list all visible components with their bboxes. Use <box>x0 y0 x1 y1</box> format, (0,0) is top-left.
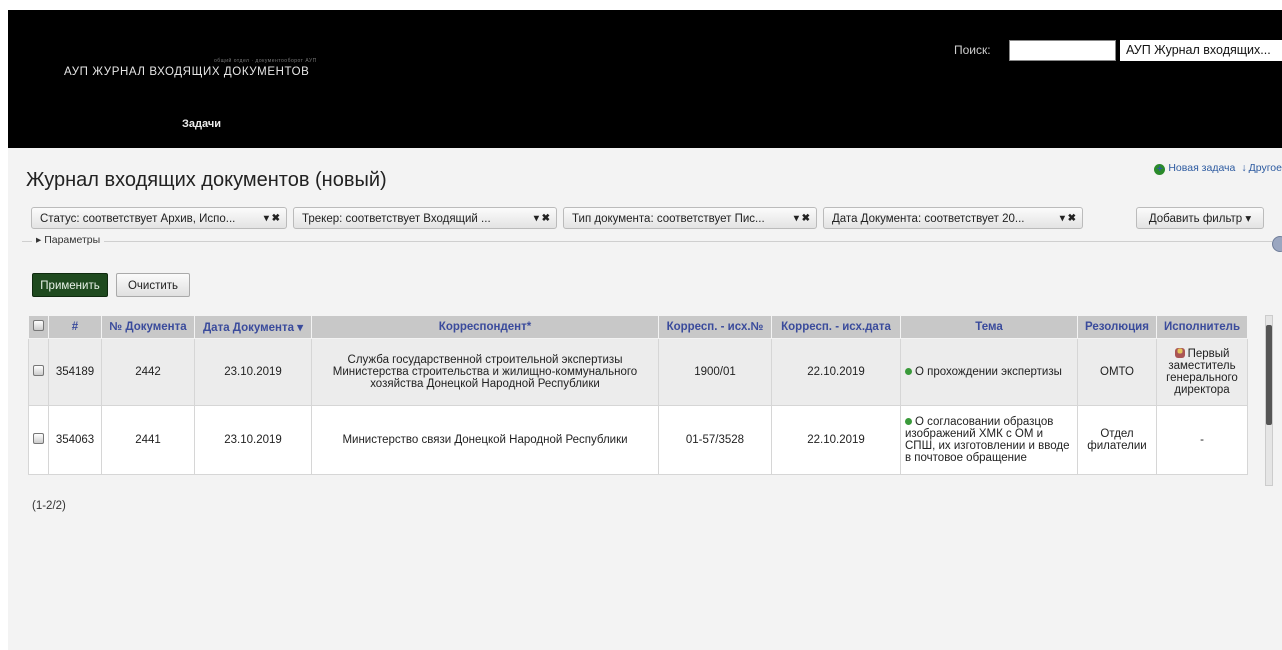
filter-doc-date[interactable]: Дата Документа: соответствует 20... ▾ ✖ <box>823 207 1083 229</box>
row-checkbox-cell[interactable] <box>28 338 49 406</box>
cell-assignee: Первый заместитель генерального директор… <box>1156 338 1248 406</box>
dropdown-remove-icons[interactable]: ▾ ✖ <box>534 208 550 230</box>
divider <box>22 241 1272 242</box>
cell-topic[interactable]: О согласовании образцов изображений ХМК … <box>900 405 1078 475</box>
filter-doc-type[interactable]: Тип документа: соответствует Пис... ▾ ✖ <box>563 207 817 229</box>
cell-topic[interactable]: О прохождении экспертизы <box>900 338 1078 406</box>
logo-subtitle: общий отдел · документооборот АУП <box>214 58 317 64</box>
checkbox-icon[interactable] <box>33 365 44 376</box>
side-scroll-knob[interactable] <box>1272 236 1282 252</box>
dropdown-remove-icons[interactable]: ▾ ✖ <box>1060 208 1076 230</box>
group-user-icon <box>1174 348 1185 358</box>
cell-out-date: 22.10.2019 <box>771 338 901 406</box>
cell-id[interactable]: 354189 <box>48 338 102 406</box>
filter-tracker[interactable]: Трекер: соответствует Входящий ... ▾ ✖ <box>293 207 557 229</box>
context-actions: + Новая задача ↓ Другое <box>1154 162 1282 175</box>
cell-correspondent: Служба государственной строительной эксп… <box>311 338 659 406</box>
col-resolution[interactable]: Резолюция <box>1077 315 1157 339</box>
cell-resolution: Отдел филателии <box>1077 405 1157 475</box>
table-row[interactable]: 354063 2441 23.10.2019 Министерство связ… <box>28 405 1248 475</box>
clear-button[interactable]: Очистить <box>116 273 190 297</box>
pagination-count: (1-2/2) <box>32 500 66 512</box>
filter-label: Статус: соответствует Архив, Испо... <box>40 213 236 225</box>
search-label: Поиск: <box>954 43 991 57</box>
cell-out-date: 22.10.2019 <box>771 405 901 475</box>
other-link[interactable]: Другое <box>1249 162 1282 174</box>
filter-label: Трекер: соответствует Входящий ... <box>302 213 491 225</box>
cell-doc-no: 2442 <box>101 338 195 406</box>
plus-circle-icon: + <box>1154 164 1166 175</box>
col-correspondent[interactable]: Корреспондент* <box>311 315 659 339</box>
filter-label: Дата Документа: соответствует 20... <box>832 213 1025 225</box>
cell-out-no: 01-57/3528 <box>658 405 772 475</box>
apply-button[interactable]: Применить <box>32 273 108 297</box>
new-task-link[interactable]: Новая задача <box>1168 162 1235 174</box>
status-dot-icon <box>905 368 912 375</box>
status-dot-icon <box>905 418 912 425</box>
search-input[interactable] <box>1009 40 1116 61</box>
cell-doc-date: 23.10.2019 <box>194 338 312 406</box>
params-toggle[interactable]: ▸ Параметры <box>32 234 105 246</box>
cell-assignee: - <box>1156 405 1248 475</box>
col-out-date[interactable]: Корресп. - исх.дата <box>771 315 901 339</box>
col-id[interactable]: # <box>48 315 102 339</box>
page-title: Журнал входящих документов (новый) <box>26 169 387 191</box>
arrow-down-icon: ↓ <box>1241 162 1247 174</box>
checkbox-icon[interactable] <box>33 433 44 444</box>
app-frame: общий отдел · документооборот АУП АУП ЖУ… <box>8 10 1282 650</box>
table-scrollbar-thumb[interactable] <box>1266 325 1272 425</box>
top-header: общий отдел · документооборот АУП АУП ЖУ… <box>8 10 1282 148</box>
col-doc-no[interactable]: № Документа <box>101 315 195 339</box>
documents-table: # № Документа Дата Документа ▾ Корреспон… <box>28 315 1248 475</box>
dropdown-remove-icons[interactable]: ▾ ✖ <box>794 208 810 230</box>
cell-resolution: ОМТО <box>1077 338 1157 406</box>
topic-link[interactable]: О прохождении экспертизы <box>915 366 1062 378</box>
col-assignee[interactable]: Исполнитель <box>1156 315 1248 339</box>
row-checkbox-cell[interactable] <box>28 405 49 475</box>
col-topic[interactable]: Тема <box>900 315 1078 339</box>
table-row[interactable]: 354189 2442 23.10.2019 Служба государств… <box>28 338 1248 406</box>
checkbox-icon[interactable] <box>33 320 44 331</box>
dropdown-remove-icons[interactable]: ▾ ✖ <box>264 208 280 230</box>
cell-correspondent: Министерство связи Донецкой Народной Рес… <box>311 405 659 475</box>
topic-link[interactable]: О согласовании образцов изображений ХМК … <box>905 416 1070 464</box>
select-all-header[interactable] <box>28 315 49 339</box>
nav-tasks-link[interactable]: Задачи <box>182 118 221 130</box>
logo-title[interactable]: АУП ЖУРНАЛ ВХОДЯЩИХ ДОКУМЕНТОВ <box>64 66 309 78</box>
project-jump-select[interactable]: АУП Журнал входящих... <box>1120 40 1282 61</box>
cell-doc-no: 2441 <box>101 405 195 475</box>
cell-doc-date: 23.10.2019 <box>194 405 312 475</box>
col-doc-date[interactable]: Дата Документа ▾ <box>194 315 312 339</box>
cell-id[interactable]: 354063 <box>48 405 102 475</box>
table-header-row: # № Документа Дата Документа ▾ Корреспон… <box>28 315 1248 339</box>
col-out-no[interactable]: Корресп. - исх.№ <box>658 315 772 339</box>
add-filter-button[interactable]: Добавить фильтр ▾ <box>1136 207 1264 229</box>
filter-status[interactable]: Статус: соответствует Архив, Испо... ▾ ✖ <box>31 207 287 229</box>
cell-out-no: 1900/01 <box>658 338 772 406</box>
filter-label: Тип документа: соответствует Пис... <box>572 213 765 225</box>
